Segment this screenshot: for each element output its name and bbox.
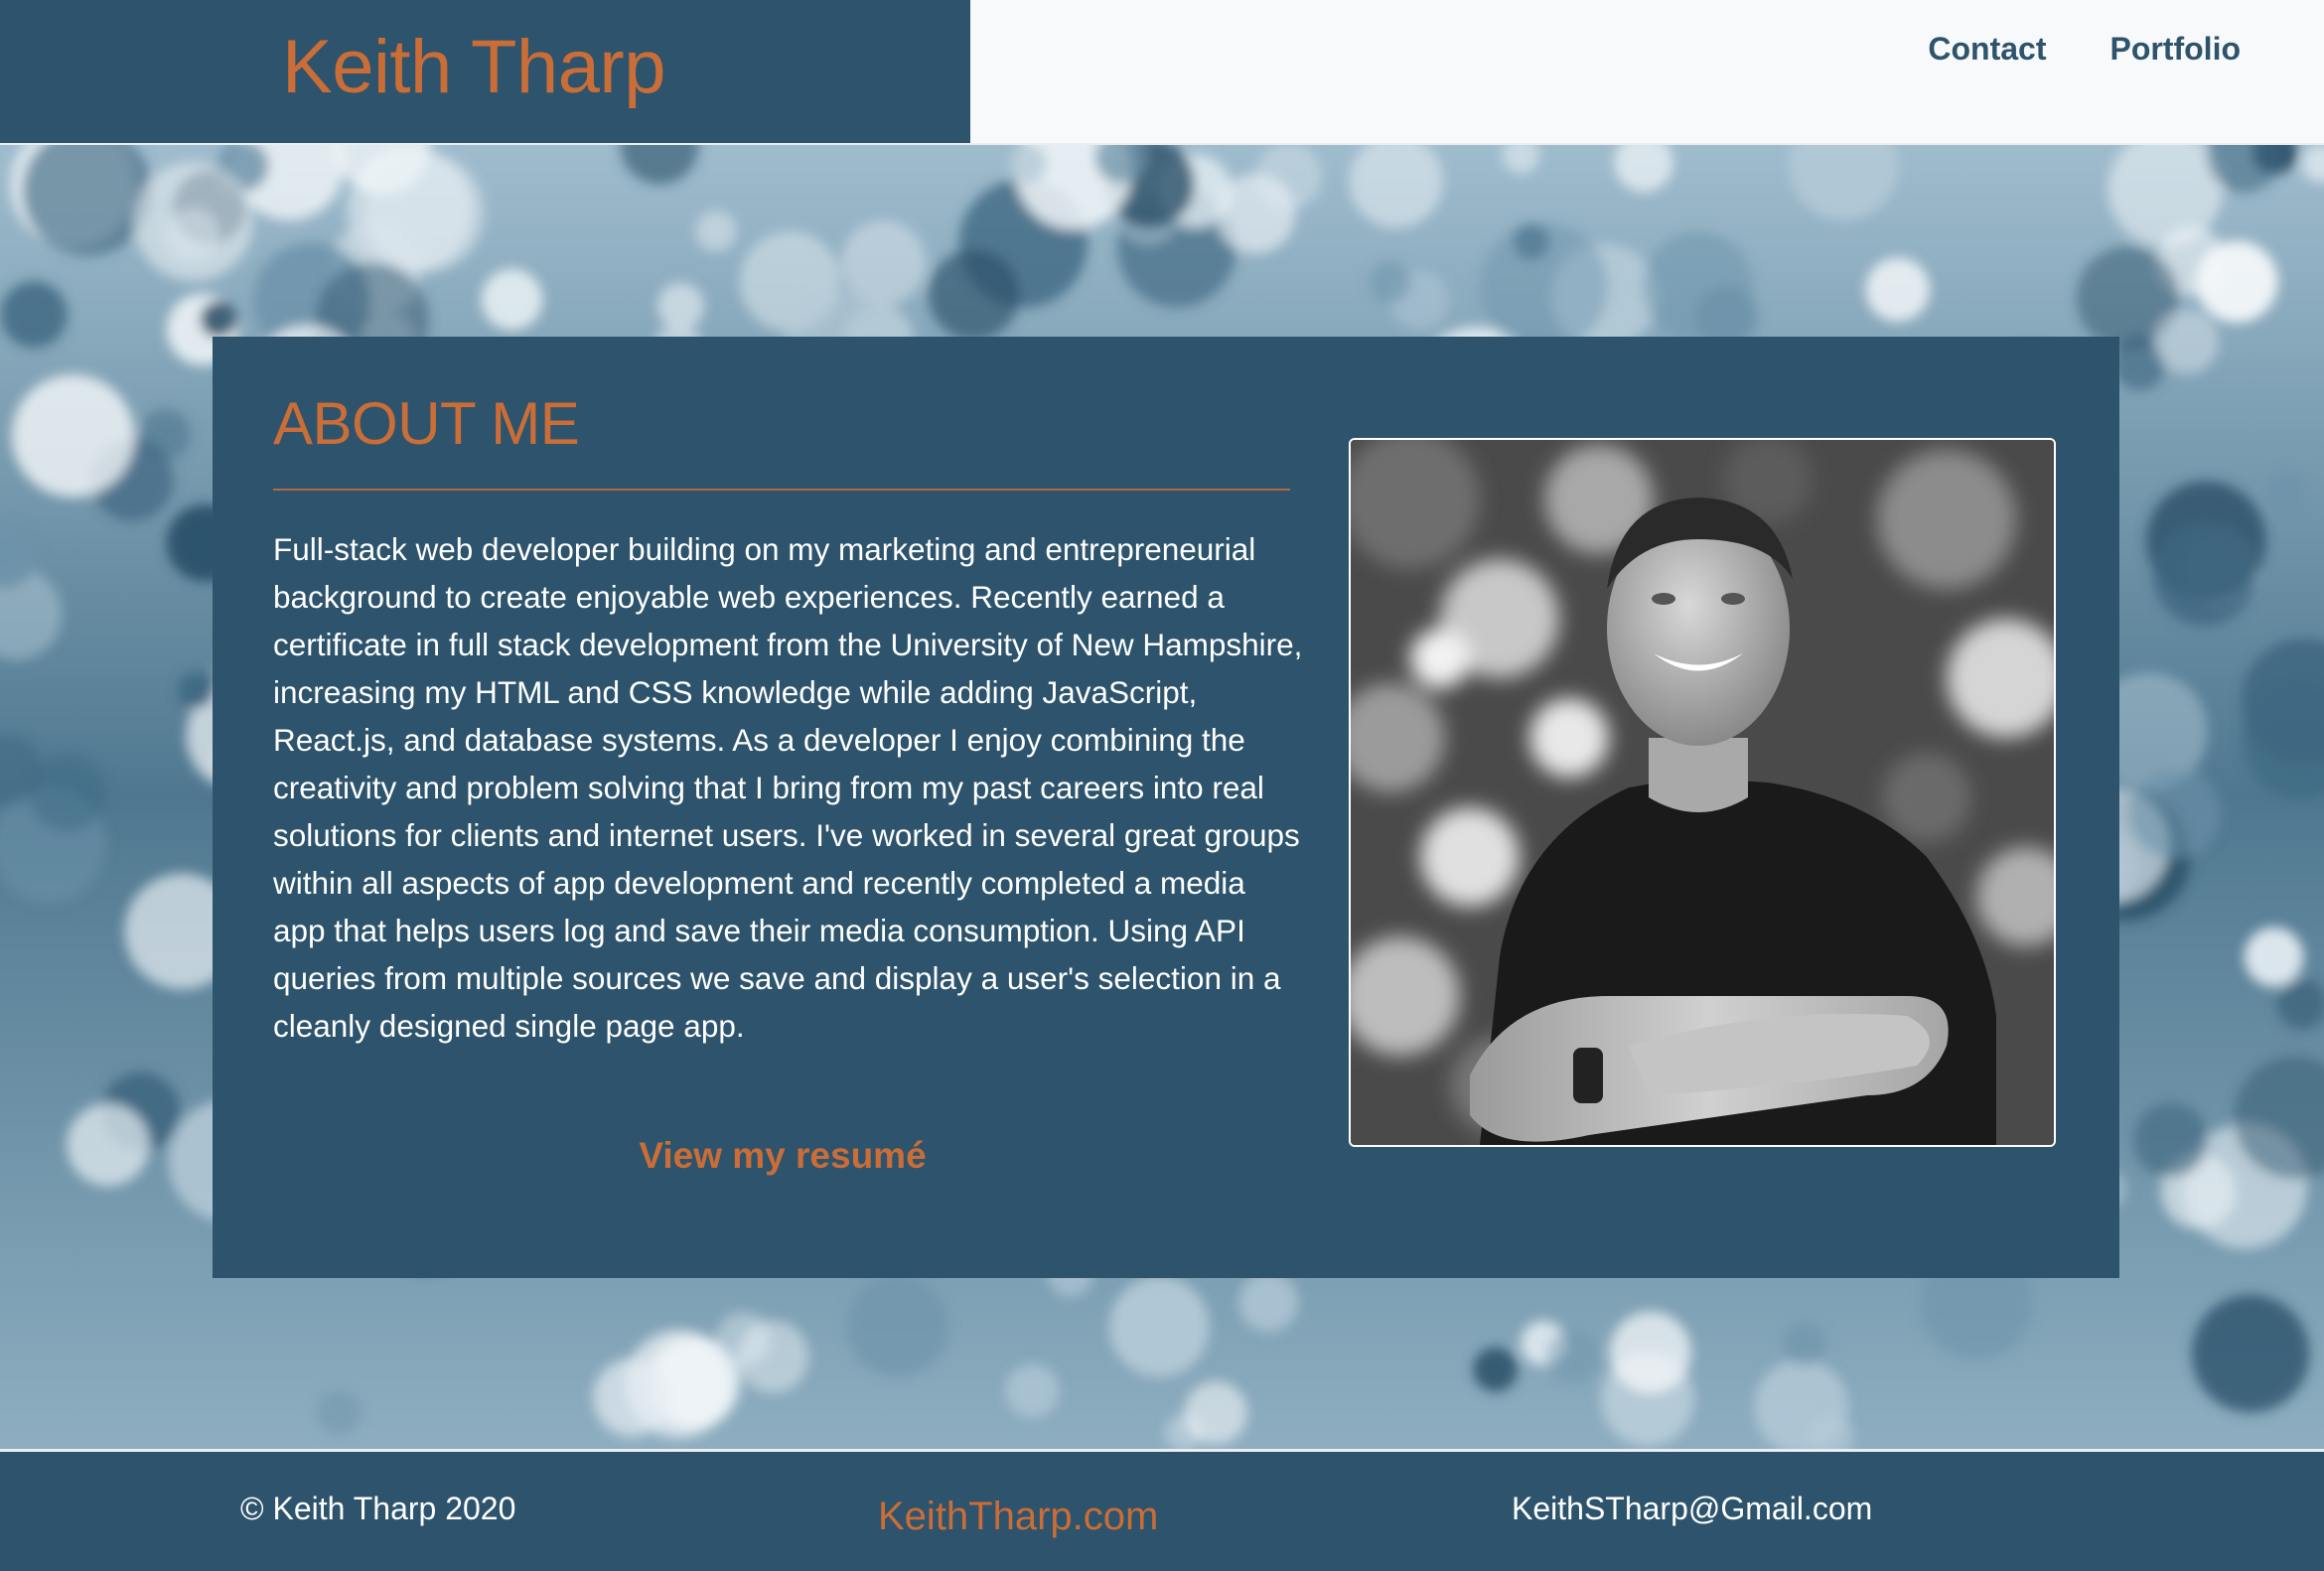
site-footer: © Keith Tharp 2020 KeithTharp.com KeithS… [0, 1452, 2324, 1571]
view-resume-link[interactable]: View my resumé [213, 1131, 1353, 1181]
copyright-text: © Keith Tharp 2020 [240, 1491, 516, 1526]
portrait-image [1351, 440, 2054, 1145]
nav-portfolio-link[interactable]: Portfolio [2109, 26, 2241, 71]
brand-block: Keith Tharp [0, 0, 970, 143]
site-header: Keith Tharp Contact Portfolio [0, 0, 2324, 143]
footer-email-link[interactable]: KeithSTharp@Gmail.com [1512, 1486, 1872, 1531]
nav-contact-link[interactable]: Contact [1928, 26, 2046, 71]
brand-link[interactable]: Keith Tharp [282, 18, 666, 117]
about-paragraph: Full-stack web developer building on my … [273, 531, 1303, 1044]
about-divider [273, 489, 1290, 491]
about-card: ABOUT ME Full-stack web developer buildi… [213, 337, 2119, 1278]
profile-photo [1349, 438, 2056, 1147]
main-nav: Contact Portfolio [1928, 26, 2241, 71]
footer-site-link[interactable]: KeithTharp.com [878, 1492, 1158, 1541]
about-heading: ABOUT ME [273, 390, 580, 457]
